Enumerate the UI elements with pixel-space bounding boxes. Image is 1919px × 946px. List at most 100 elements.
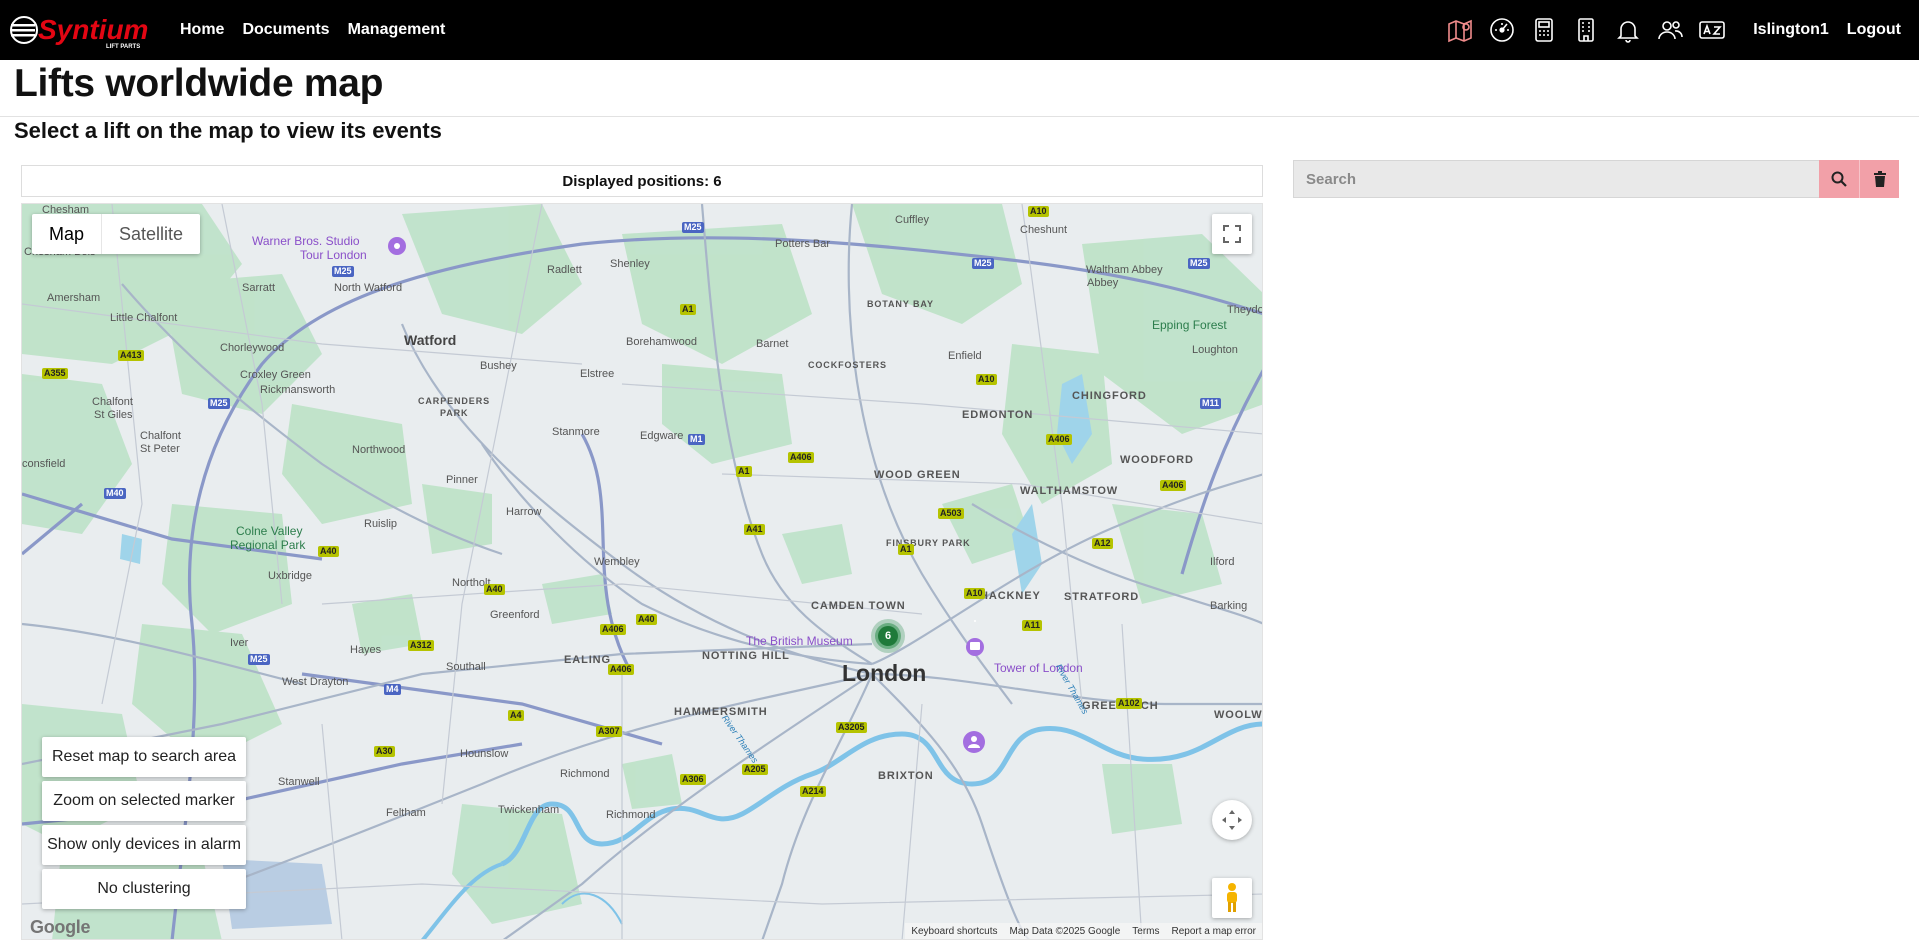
road-shield: A102 [1116,698,1142,709]
map-label: Abbey [1087,277,1119,289]
pegman-icon [1227,883,1237,912]
map-label: PARK [440,408,469,418]
camera-control-button[interactable] [1212,800,1252,840]
fullscreen-button[interactable] [1212,214,1252,254]
map-label: EDMONTON [962,409,1034,421]
map-label: Barnet [756,338,789,350]
road-shield: M25 [682,222,704,233]
map-label: Chalfont [140,430,181,442]
users-icon[interactable] [1655,15,1685,45]
map-label: St Giles [94,409,133,421]
road-shield: M25 [332,266,354,277]
road-shield: A11 [1022,620,1043,631]
pan-arrows-icon [1222,810,1242,830]
map-label: NOTTING HILL [702,650,790,662]
calculator-icon[interactable] [1529,15,1559,45]
road-shield: A3205 [836,722,867,733]
map-label: Potters Bar [775,238,831,250]
map-label: Amersham [47,292,101,304]
road-shield: M1 [688,434,705,445]
building-icon[interactable] [1571,15,1601,45]
brand-name: Syntium [38,14,148,45]
road-shield: A355 [42,368,68,379]
map-label: Cuffley [895,214,930,226]
map-label: Stanmore [552,426,600,438]
map-icon[interactable] [1445,15,1475,45]
user-name[interactable]: Islington1 [1753,21,1829,39]
map-label: WALTHAMSTOW [1020,485,1119,497]
nav-documents[interactable]: Documents [242,21,329,39]
map-label: Greenford [490,609,540,621]
nav-management[interactable]: Management [348,21,446,39]
language-icon[interactable] [1697,15,1727,45]
road-shield: A12 [1092,538,1113,549]
show-alarm-devices-button[interactable]: Show only devices in alarm [42,825,246,865]
map-label: Watford [404,332,457,348]
map-label: consfield [22,458,66,470]
logout-link[interactable]: Logout [1847,21,1901,39]
bell-icon[interactable] [1613,15,1643,45]
map-label: Tower of London [994,661,1083,675]
reset-map-button[interactable]: Reset map to search area [42,737,246,777]
dashboard-icon[interactable] [1487,15,1517,45]
lifts-map[interactable]: Chesham Chesham Bois Warner Bros. Studio… [21,203,1263,940]
map-label: Warner Bros. Studio [252,234,360,248]
clear-search-button[interactable] [1859,160,1899,198]
nav-home[interactable]: Home [180,21,224,39]
map-label: Hounslow [460,748,509,760]
map-label: Uxbridge [268,570,313,582]
map-label: West Drayton [282,676,349,688]
trash-icon [1873,171,1886,187]
terms-link[interactable]: Terms [1126,926,1165,937]
map-type-control: Map Satellite [32,214,201,254]
map-label: HACKNEY [980,590,1041,602]
map-label: HAMMERSMITH [674,706,768,718]
map-label: Bushey [480,360,517,372]
keyboard-shortcuts-link[interactable]: Keyboard shortcuts [905,926,1003,937]
road-shield: M25 [248,654,270,665]
map-type-map-button[interactable]: Map [32,214,101,254]
map-label: Feltham [386,807,426,819]
map-label: Chorleywood [220,342,285,354]
no-clustering-button[interactable]: No clustering [42,869,246,909]
road-shield: M11 [1200,398,1222,409]
map-label: Cheshunt [1020,224,1068,236]
map-label: Radlett [547,264,582,276]
road-shield: A406 [608,664,634,675]
page-title: Lifts worldwide map [14,62,384,105]
road-shield: A1 [898,544,914,555]
road-shield: M40 [104,488,126,499]
search-button[interactable] [1819,160,1859,198]
road-shield: A1 [680,304,696,315]
map-label: Regional Park [230,538,306,552]
road-shield: A41 [744,524,765,535]
street-view-pegman[interactable] [1212,878,1252,918]
cluster-marker[interactable]: 6 [870,618,906,654]
map-label: Richmond [606,809,656,821]
zoom-selected-marker-button[interactable]: Zoom on selected marker [42,781,246,821]
map-type-satellite-button[interactable]: Satellite [102,214,200,254]
road-shield: A40 [318,546,339,557]
map-data-text: Map Data ©2025 Google [1009,925,1121,937]
map-label: Northwood [352,444,406,456]
map-label: Little Chalfont [110,312,178,324]
map-label: The British Museum [746,634,853,648]
map-label: Stanwell [278,776,320,788]
top-nav: Syntium LIFT PARTS Home Documents Manage… [0,0,1919,60]
map-label: Theydo [1227,304,1263,316]
map-label: Richmond [560,768,610,780]
map-label: Iver [230,637,249,649]
syntium-logo[interactable]: Syntium LIFT PARTS [8,12,168,50]
map-label: Sarratt [242,282,276,294]
brand-tagline: LIFT PARTS [106,44,140,50]
report-error-link[interactable]: Report a map error [1166,926,1262,937]
search-input[interactable] [1293,160,1819,198]
map-label: Epping Forest [1152,318,1227,332]
title-divider [0,116,1919,117]
map-label: BOTANY BAY [867,299,934,309]
road-shield: A1 [736,466,752,477]
search-box [1293,160,1899,198]
cluster-count: 6 [884,630,892,642]
map-label: Southall [446,661,486,673]
map-label: CHINGFORD [1072,390,1147,402]
